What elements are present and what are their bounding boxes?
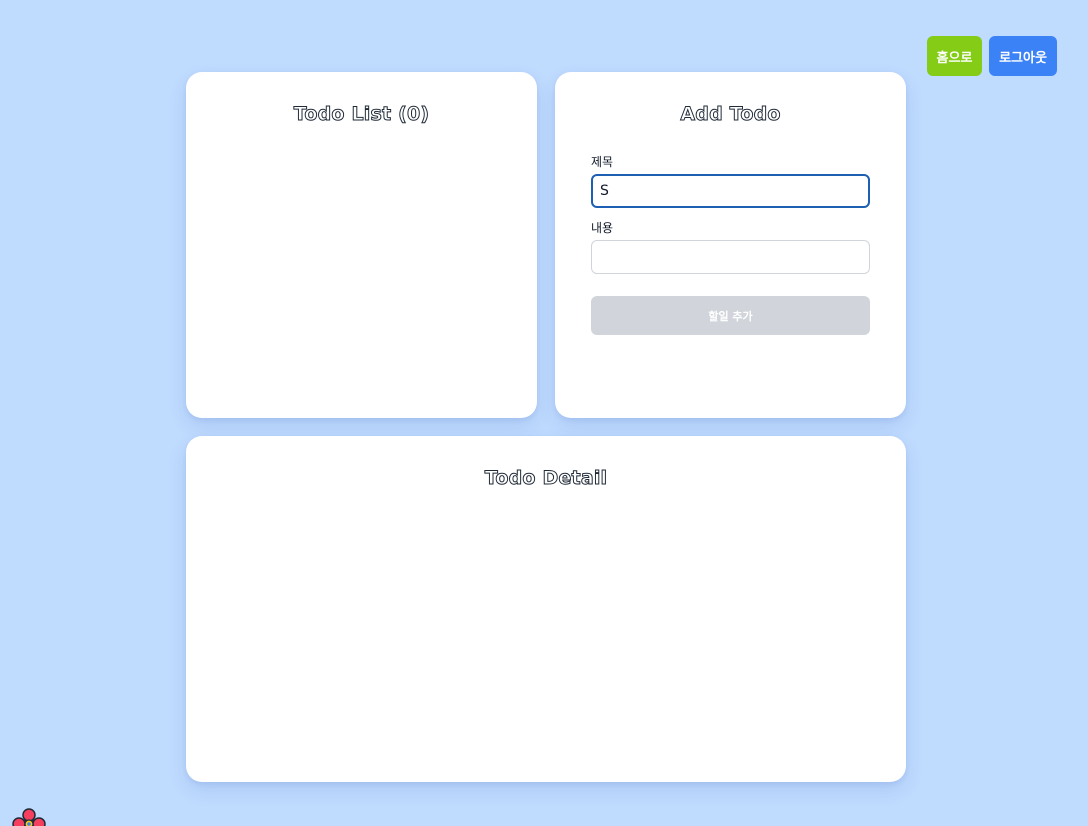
content-input[interactable] <box>591 240 870 274</box>
todo-list-card: Todo List (0) <box>186 72 537 418</box>
title-input[interactable] <box>591 174 870 208</box>
top-nav: 홈으로 로그아웃 <box>927 36 1057 76</box>
todo-detail-card: Todo Detail <box>186 436 906 782</box>
page: 홈으로 로그아웃 Todo List (0) Add Todo 제목 내용 할일… <box>0 0 1088 826</box>
home-button[interactable]: 홈으로 <box>927 36 982 76</box>
add-todo-card: Add Todo 제목 내용 할일 추가 <box>555 72 906 418</box>
content-field-label: 내용 <box>591 221 614 235</box>
title-field-label: 제목 <box>591 155 614 169</box>
logout-button[interactable]: 로그아웃 <box>989 36 1057 76</box>
add-todo-button[interactable]: 할일 추가 <box>591 296 870 335</box>
add-todo-title: Add Todo <box>680 103 781 126</box>
flower-logo-icon <box>8 806 50 826</box>
todo-detail-title: Todo Detail <box>484 467 608 490</box>
todo-list-title: Todo List (0) <box>293 103 430 126</box>
